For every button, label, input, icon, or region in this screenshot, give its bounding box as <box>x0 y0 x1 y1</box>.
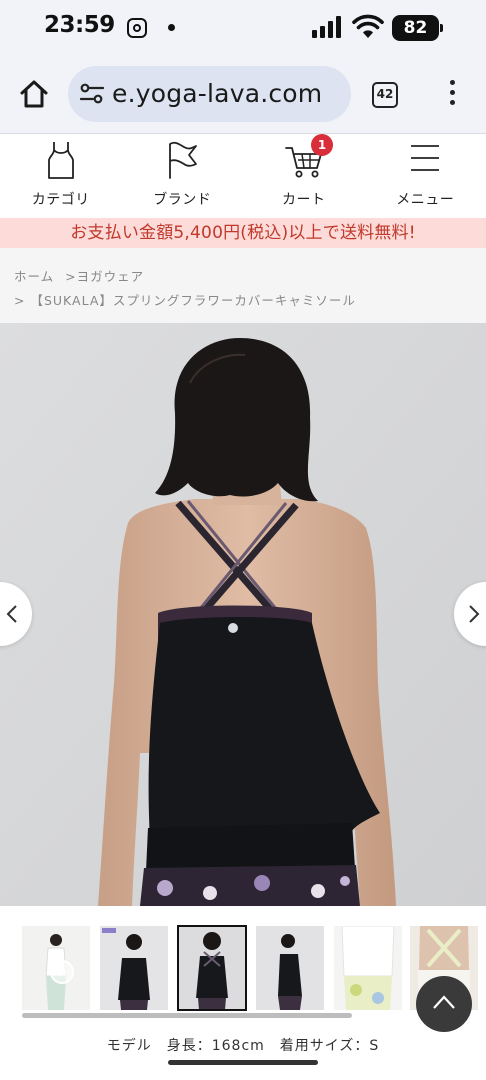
thumbnail-strip <box>0 906 486 1026</box>
more-menu-icon[interactable] <box>447 80 457 110</box>
dot-icon <box>168 24 175 31</box>
address-bar[interactable]: e.yoga-lava.com <box>68 66 351 122</box>
wifi-icon <box>352 14 384 38</box>
chevron-up-icon <box>433 995 455 1009</box>
battery-icon: 82 <box>392 15 443 41</box>
promo-text: お支払い金額5,400円(税込)以上で送料無料! <box>70 223 416 243</box>
site-settings-icon[interactable] <box>80 83 104 105</box>
breadcrumb-separator: > <box>14 293 26 308</box>
thumbnail-scrollbar[interactable] <box>22 1013 352 1018</box>
flag-icon <box>169 141 198 179</box>
nav-cart[interactable]: カート <box>243 134 365 218</box>
nav-menu-label: メニュー <box>396 192 455 208</box>
tabs-icon[interactable]: 42 <box>372 82 398 108</box>
nav-cart-label: カート <box>282 192 326 208</box>
promo-banner: お支払い金額5,400円(税込)以上で送料無料! <box>0 218 486 248</box>
breadcrumb-current: 【SUKALA】スプリングフラワーカバーキャミソール <box>30 293 356 308</box>
status-time: 23:59 <box>44 12 115 38</box>
browser-toolbar: e.yoga-lava.com 42 <box>0 56 486 134</box>
product-main-image[interactable] <box>0 323 486 906</box>
scroll-to-top-button[interactable] <box>416 976 472 1032</box>
nav-category-label: カテゴリ <box>31 192 90 208</box>
hamburger-icon <box>411 145 440 171</box>
thumbnail[interactable] <box>256 926 324 1010</box>
product-photo <box>0 323 486 906</box>
url-text: e.yoga-lava.com <box>112 79 323 108</box>
breadcrumb: ホーム >ヨガウェア > 【SUKALA】スプリングフラワーカバーキャミソール <box>0 248 486 323</box>
instagram-icon <box>127 18 147 38</box>
breadcrumb-separator: > <box>65 269 77 284</box>
thumbnail[interactable] <box>334 926 402 1010</box>
thumbnail[interactable] <box>22 926 90 1010</box>
home-icon[interactable] <box>18 78 50 110</box>
model-caption: モデル 身長：168cm 着用サイズ：S <box>0 1032 486 1052</box>
signal-icon <box>312 16 342 38</box>
nav-brand-label: ブランド <box>153 192 212 208</box>
nav-menu[interactable]: メニュー <box>365 134 486 218</box>
home-indicator <box>168 1060 318 1065</box>
site-nav: カテゴリ ブランド カート メニュー 1 <box>0 134 486 218</box>
status-bar: 23:59 82 <box>0 0 486 56</box>
model-caption-text: モデル 身長：168cm 着用サイズ：S <box>106 1038 380 1052</box>
cart-count-badge: 1 <box>311 134 333 156</box>
tank-top-icon <box>47 142 74 179</box>
breadcrumb-home[interactable]: ホーム <box>14 269 54 284</box>
thumbnail[interactable] <box>100 926 168 1010</box>
nav-brand[interactable]: ブランド <box>122 134 244 218</box>
breadcrumb-yoga-wear[interactable]: ヨガウェア <box>77 269 145 284</box>
nav-category[interactable]: カテゴリ <box>0 134 122 218</box>
chevron-left-icon <box>6 605 17 623</box>
thumbnail-selected[interactable] <box>177 925 247 1011</box>
chevron-right-icon <box>469 605 480 623</box>
